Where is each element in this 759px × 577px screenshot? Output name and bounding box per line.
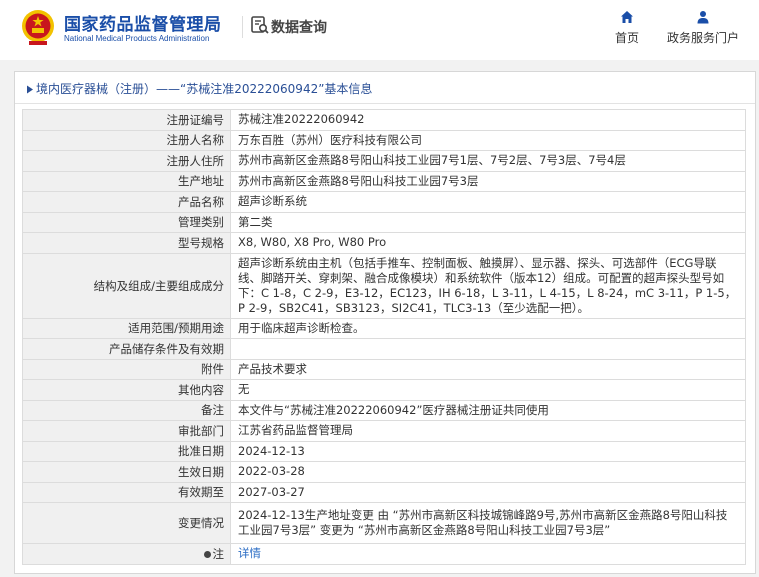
table-row: 型号规格 X8, W80, X8 Pro, W80 Pro: [22, 232, 746, 254]
user-icon: [697, 11, 709, 24]
row-value: 2022-03-28: [230, 461, 746, 483]
bullet-icon: [203, 550, 211, 558]
row-value: 超声诊断系统由主机（包括手推车、控制面板、触摸屏）、显示器、探头、可选部件（EC…: [230, 252, 746, 319]
table-row: 适用范围/预期用途 用于临床超声诊断检查。: [22, 317, 746, 339]
row-value: 超声诊断系统: [230, 191, 746, 213]
detail-card: 境内医疗器械（注册）——“苏械注准20222060942”基本信息 注册证编号苏…: [14, 71, 756, 574]
breadcrumb: 境内医疗器械（注册）——“苏械注准20222060942”基本信息: [15, 72, 755, 104]
breadcrumb-separator: ——: [156, 82, 181, 96]
row-value: [230, 338, 746, 360]
row-value: 苏械注准20222060942: [230, 109, 746, 131]
registration-info-table: 注册证编号 苏械注准20222060942 注册人名称 万东百胜（苏州）医疗科技有限…: [22, 109, 746, 565]
row-label: 备注: [22, 399, 231, 421]
table-row: 注册证编号 苏械注准20222060942: [22, 109, 746, 131]
header-divider: [242, 16, 243, 38]
table-row: 注 详情: [22, 543, 746, 565]
row-value: 产品技术要求: [230, 358, 746, 380]
table-row: 备注 本文件与“苏械注准20222060942”医疗器械注册证共同使用: [22, 399, 746, 421]
row-value: 无: [230, 379, 746, 401]
row-label: 审批部门: [22, 420, 231, 442]
table-row: 注册人住所 苏州市高新区金燕路8号阳山科技工业园7号1层、7号2层、7号3层、7号…: [22, 150, 746, 172]
nav-service-portal[interactable]: 政务服务门户: [664, 10, 742, 46]
note-label: 注: [212, 546, 225, 561]
row-label: 产品名称: [22, 191, 231, 213]
row-value: X8, W80, X8 Pro, W80 Pro: [230, 232, 746, 254]
table-row: 有效期至 2027-03-27: [22, 481, 746, 503]
breadcrumb-text: 境内医疗器械（注册）——“苏械注准20222060942”基本信息: [26, 80, 372, 97]
row-label: 适用范围/预期用途: [22, 317, 231, 339]
row-label: 注册人住所: [22, 150, 231, 172]
row-label: 生产地址: [22, 170, 231, 192]
table-row: 结构及组成/主要组成成分 超声诊断系统由主机（包括手推车、控制面板、触摸屏）、显示…: [22, 252, 746, 319]
breadcrumb-title: “苏械注准20222060942”基本信息: [180, 82, 373, 96]
table-row: 其他内容无: [22, 379, 746, 401]
row-value: 苏州市高新区金燕路8号阳山科技工业园7号1层、7号2层、7号3层、7号4层: [230, 150, 746, 172]
row-label: 注册证编号: [22, 109, 231, 131]
table-row: 产品储存条件及有效期: [22, 338, 746, 360]
details-link[interactable]: 详情: [238, 546, 261, 560]
table-row: 管理类别 第二类: [22, 211, 746, 233]
table-row: 产品名称 超声诊断系统: [22, 191, 746, 213]
table-row: 批准日期 2024-12-13: [22, 440, 746, 462]
table-row: 附件 产品技术要求: [22, 358, 746, 380]
breadcrumb-category[interactable]: 境内医疗器械（注册）: [36, 82, 156, 96]
row-value: 苏州市高新区金燕路8号阳山科技工业园7号3层: [230, 170, 746, 192]
row-value: 本文件与“苏械注准20222060942”医疗器械注册证共同使用: [230, 399, 746, 421]
row-label: 结构及组成/主要组成成分: [22, 252, 231, 319]
nav-home[interactable]: 首页: [613, 10, 641, 46]
row-value: 2027-03-27: [230, 481, 746, 503]
table-row: 注册人名称 万东百胜（苏州）医疗科技有限公司: [22, 129, 746, 151]
row-label: 变更情况: [22, 502, 231, 544]
row-label: 附件: [22, 358, 231, 380]
table-row: 变更情况 2024-12-13生产地址变更 由 “苏州市高新区科技城锦峰路9号,苏…: [22, 502, 746, 544]
table-row: 生产地址 苏州市高新区金燕路8号阳山科技工业园7号3层: [22, 170, 746, 192]
row-value: 详情: [230, 543, 746, 565]
row-label-note: 注: [22, 543, 231, 565]
table-row: 生效日期 2022-03-28: [22, 461, 746, 483]
national-emblem-icon: [22, 10, 54, 45]
site-header: 国家药品监督管理局 National Medical Products Admi…: [0, 0, 759, 60]
row-value: 第二类: [230, 211, 746, 233]
row-label: 批准日期: [22, 440, 231, 462]
row-label: 有效期至: [22, 481, 231, 503]
row-label: 管理类别: [22, 211, 231, 233]
row-label: 生效日期: [22, 461, 231, 483]
nav-home-label: 首页: [614, 31, 639, 45]
caret-right-icon: [27, 85, 33, 94]
data-query-icon: [251, 16, 269, 34]
row-value: 2024-12-13生产地址变更 由 “苏州市高新区科技城锦峰路9号,苏州市高新…: [230, 502, 746, 544]
row-value: 万东百胜（苏州）医疗科技有限公司: [230, 129, 746, 151]
home-icon: [621, 11, 633, 23]
row-label: 型号规格: [22, 232, 231, 254]
row-label: 注册人名称: [22, 129, 231, 151]
row-value: 2024-12-13: [230, 440, 746, 462]
row-value: 江苏省药品监督管理局: [230, 420, 746, 442]
row-label: 其他内容: [22, 379, 231, 401]
nav-service-portal-label: 政务服务门户: [666, 31, 739, 45]
row-value: 用于临床超声诊断检查。: [230, 317, 746, 339]
site-subtitle: National Medical Products Administration: [64, 34, 210, 43]
table-row: 审批部门 江苏省药品监督管理局: [22, 420, 746, 442]
row-label: 产品储存条件及有效期: [22, 338, 231, 360]
site-title[interactable]: 国家药品监督管理局: [64, 10, 222, 35]
data-query-label[interactable]: 数据查询: [271, 17, 327, 37]
